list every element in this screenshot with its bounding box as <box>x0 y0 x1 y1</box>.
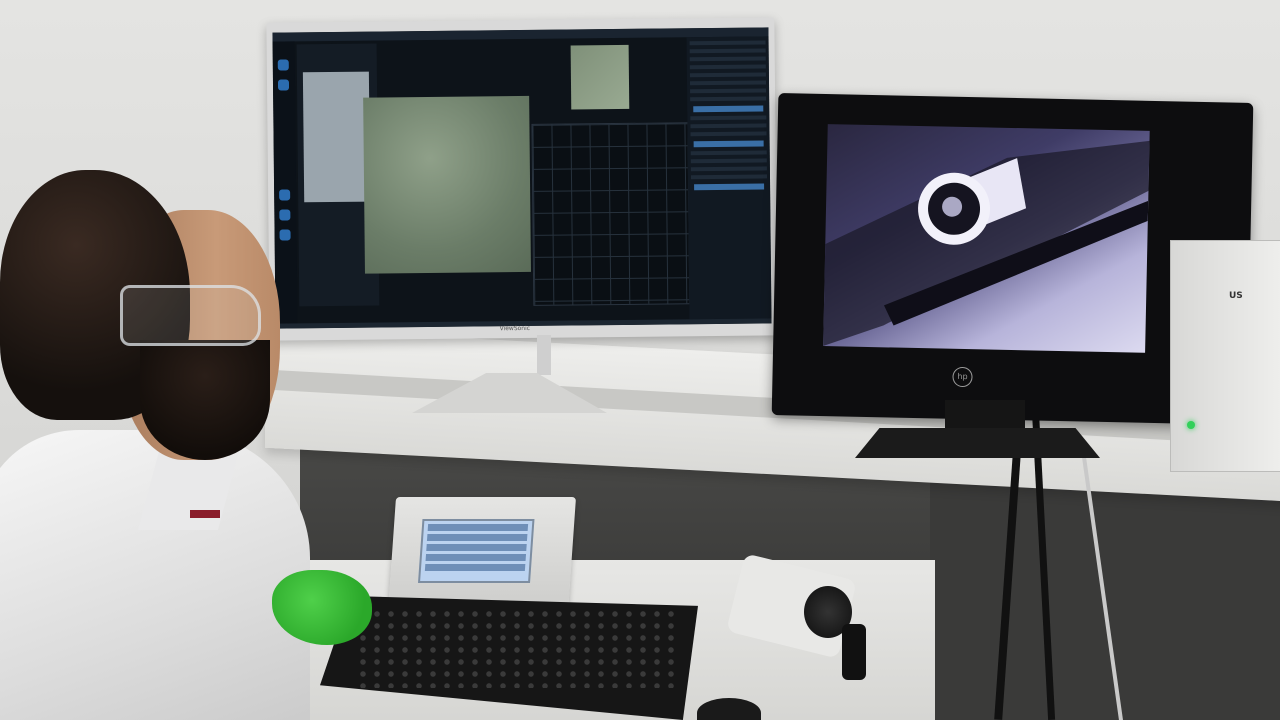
right-monitor-stand <box>855 400 1105 460</box>
scientist <box>0 170 380 720</box>
instrument-cabinet: US <box>1170 240 1280 472</box>
hp-logo-icon: hp <box>952 366 973 388</box>
chamber-camera-view <box>823 124 1150 353</box>
keyboard-keys[interactable] <box>356 608 676 688</box>
chamber-camera-image <box>823 140 1150 347</box>
settings-button[interactable] <box>693 140 764 148</box>
beard <box>140 340 270 460</box>
joystick-controller[interactable] <box>726 546 879 686</box>
settings-button[interactable] <box>693 105 764 113</box>
left-monitor-brand: ViewSonic <box>499 324 531 333</box>
joystick-post[interactable] <box>842 624 866 680</box>
software-settings-panel <box>686 36 772 320</box>
settings-button[interactable] <box>694 183 765 191</box>
left-monitor-stand <box>412 335 612 415</box>
toolbar-icon[interactable] <box>277 79 290 91</box>
instrument-label: US <box>1229 291 1243 301</box>
toolbar-icon[interactable] <box>277 59 289 71</box>
power-led-icon <box>1187 421 1195 429</box>
collar-stripe <box>190 510 220 518</box>
touch-control-screen[interactable] <box>418 519 535 583</box>
spectrum-plot <box>531 122 691 306</box>
safety-glasses <box>120 285 261 346</box>
sem-image-main <box>363 95 531 274</box>
mouse[interactable] <box>697 698 761 720</box>
sem-image-thumbnail <box>570 44 630 110</box>
lab-scene: ViewSonic hp US <box>0 0 1280 720</box>
touch-control-pad[interactable] <box>387 497 577 612</box>
